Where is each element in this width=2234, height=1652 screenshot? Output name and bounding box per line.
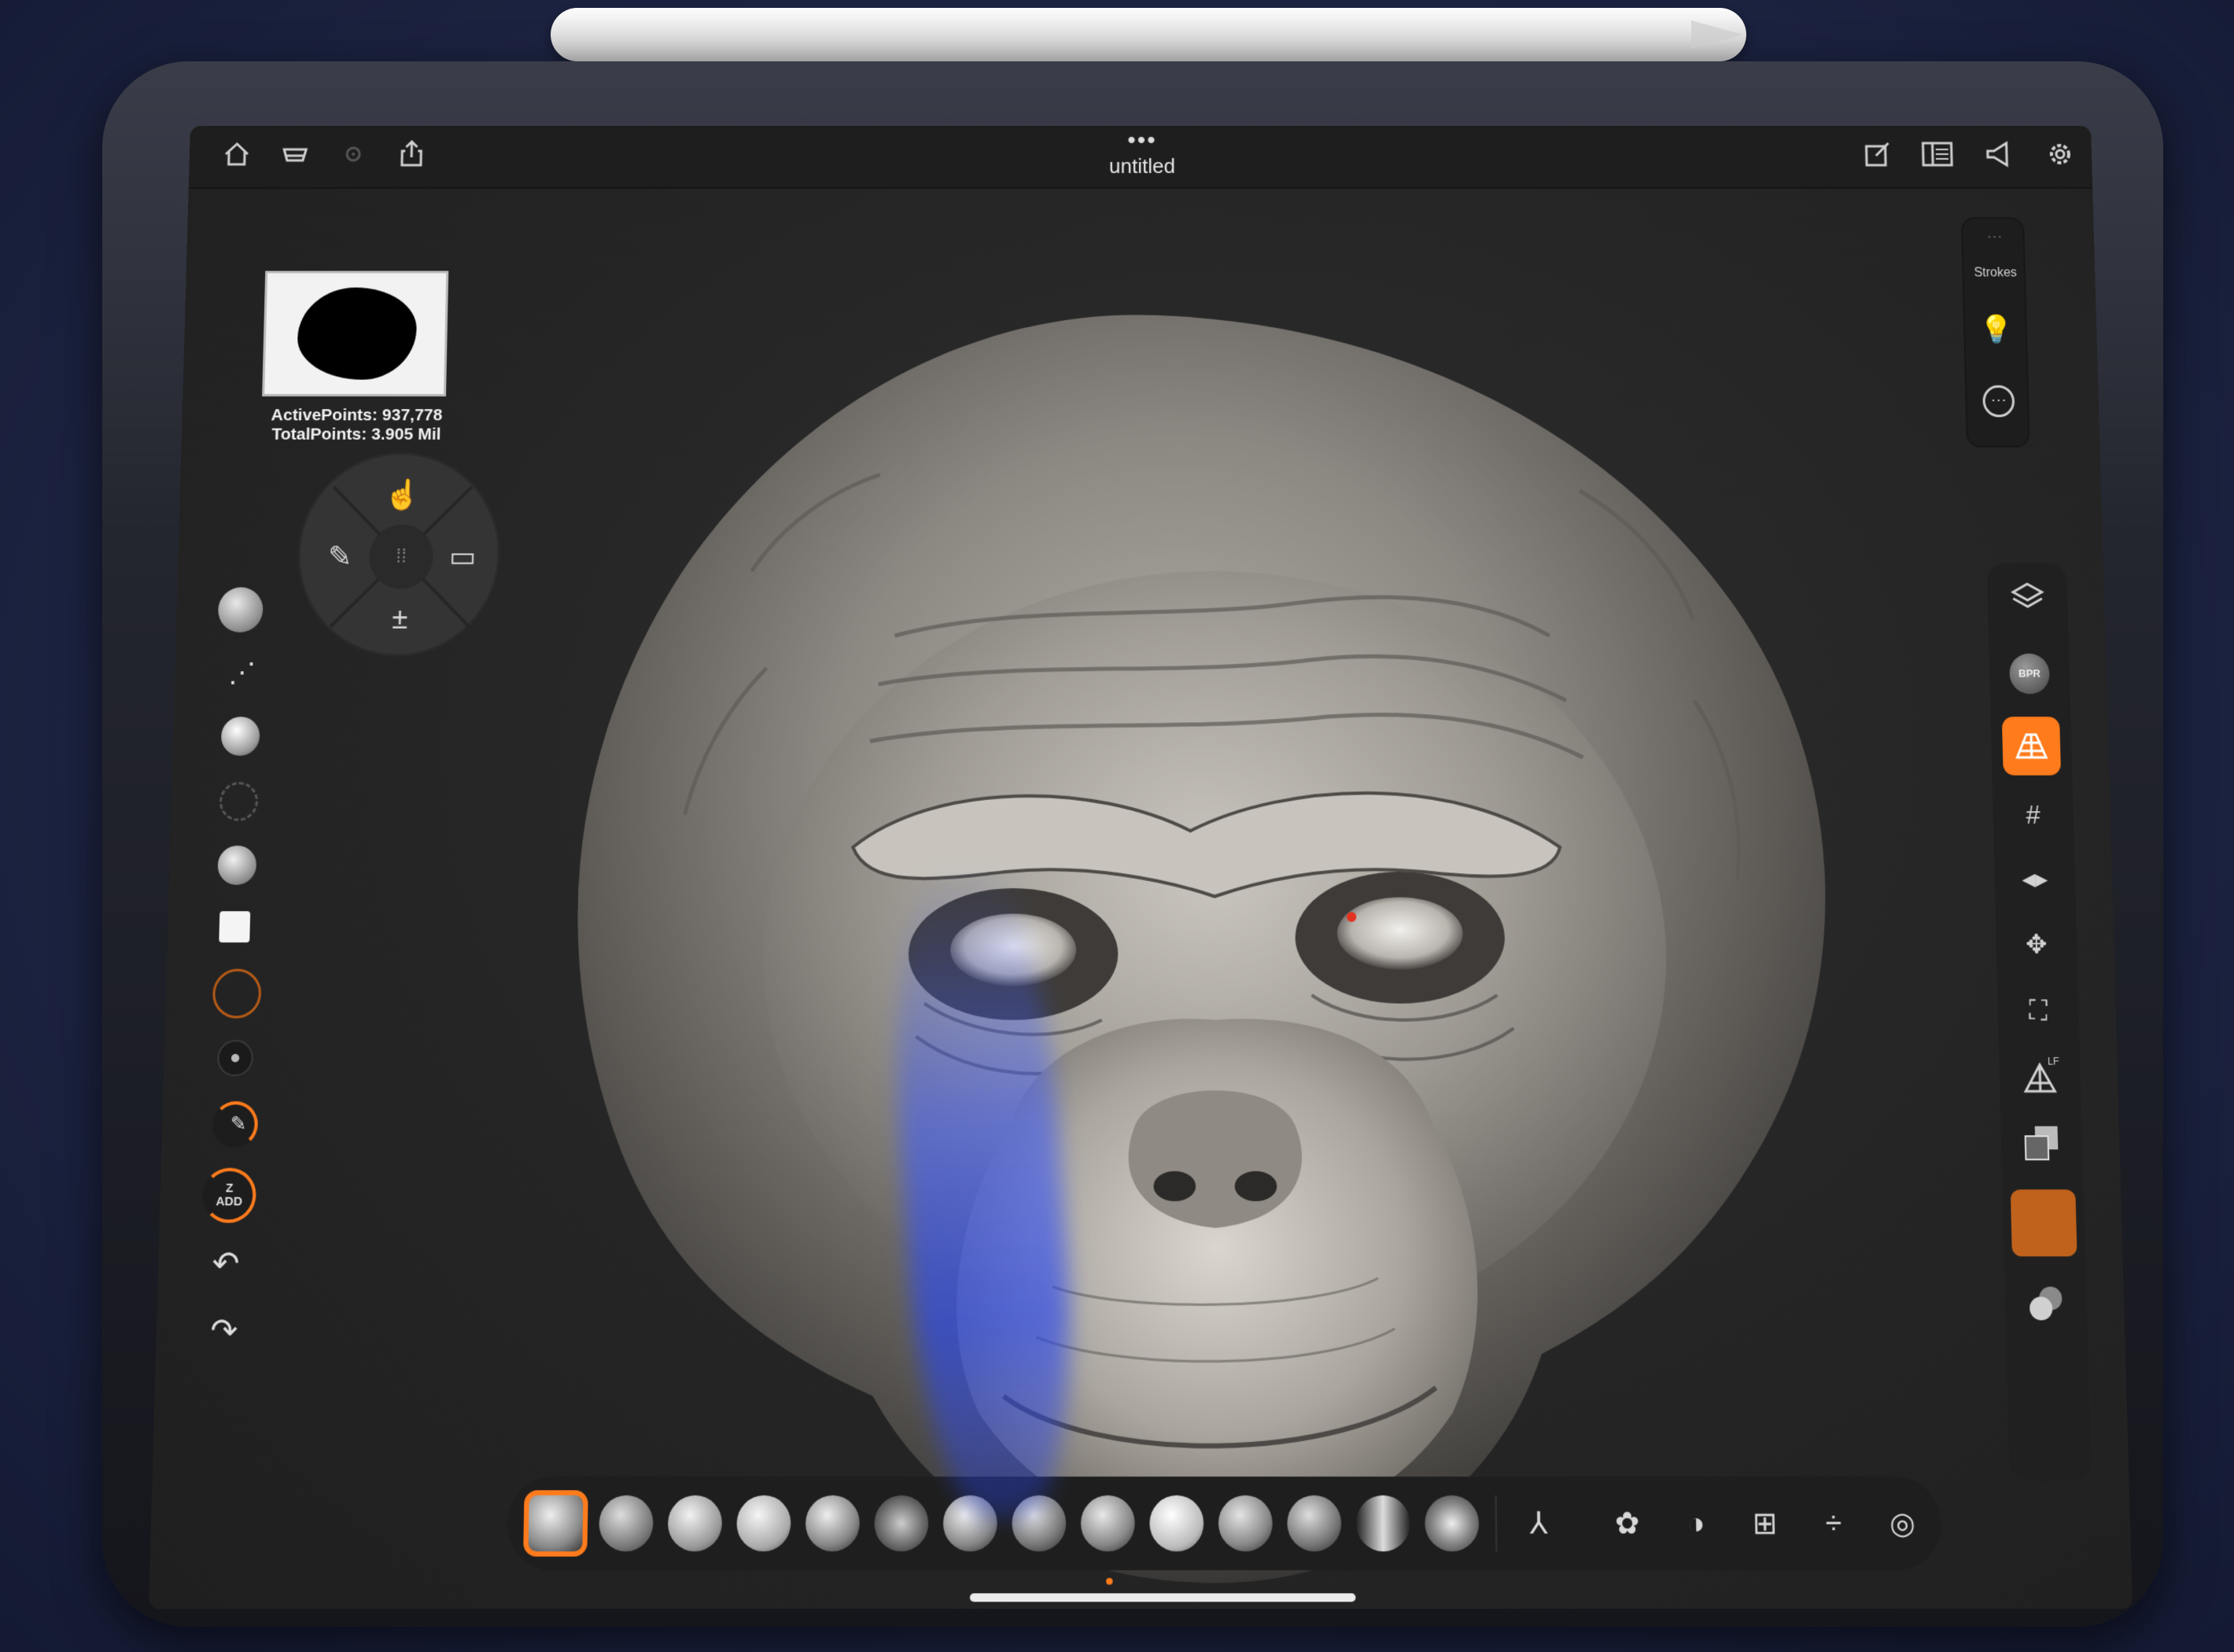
- grid-icon[interactable]: #: [2010, 791, 2056, 837]
- lf-text: LF: [2048, 1056, 2059, 1068]
- move-icon[interactable]: ✥: [2014, 921, 2060, 968]
- polish-brush[interactable]: [1218, 1495, 1273, 1552]
- page-indicator-dot: [1106, 1577, 1113, 1585]
- alpha-shape: [296, 287, 418, 380]
- ipad-screen: ••• untitled ActivePoints: 937,778 Total…: [148, 126, 2133, 1609]
- share-icon[interactable]: [393, 138, 431, 176]
- brush-palette: ⅄ ✿ ◑ ⊞ ÷ ◎: [506, 1477, 1942, 1571]
- focal-dot: [230, 1053, 240, 1063]
- stroke-dots-icon[interactable]: ⋰: [219, 657, 265, 689]
- spiral-brush[interactable]: [1425, 1495, 1480, 1552]
- alpha-preview[interactable]: [262, 271, 449, 396]
- insert-mesh-icon[interactable]: ✿: [1600, 1495, 1655, 1551]
- megaphone-icon[interactable]: [1979, 138, 2018, 176]
- symmetry-x-icon[interactable]: ◂▸: [2011, 855, 2058, 901]
- standard-brush[interactable]: [523, 1490, 588, 1557]
- flatten-brush[interactable]: [1149, 1495, 1204, 1552]
- smooth-brush[interactable]: [736, 1495, 791, 1552]
- gear-icon[interactable]: [2040, 138, 2079, 176]
- transparency-icon[interactable]: [2018, 1119, 2065, 1166]
- top-toolbar: ••• untitled: [188, 126, 2093, 189]
- plus-minus-icon[interactable]: ±: [375, 595, 424, 643]
- brush-bar-divider: [1495, 1495, 1498, 1552]
- radial-menu: ☝ ▭ ± ✎ ⁞⁞: [295, 452, 503, 657]
- photo-background: ••• untitled ActivePoints: 937,778 Total…: [0, 0, 2234, 1652]
- strokes-panel: ⋯ Strokes 💡 ⋯: [1960, 217, 2030, 448]
- total-points-label: TotalPoints: 3.905 Mil: [271, 425, 441, 444]
- clay-buildup-brush[interactable]: [667, 1495, 723, 1552]
- hand-gesture-icon[interactable]: ☝: [378, 470, 427, 518]
- dam-standard-brush[interactable]: [874, 1495, 929, 1552]
- home-indicator[interactable]: [969, 1593, 1356, 1602]
- zadd-label-bottom: ADD: [216, 1194, 243, 1209]
- sculpt-viewport[interactable]: ActivePoints: 937,778 TotalPoints: 3.905…: [148, 188, 2133, 1609]
- solo-spheres-icon[interactable]: [2022, 1280, 2070, 1327]
- menu-dots[interactable]: •••: [1119, 127, 1166, 153]
- trim-brush[interactable]: [1080, 1495, 1135, 1552]
- dynamesh-icon[interactable]: ◑: [1668, 1495, 1723, 1551]
- storage-icon[interactable]: [275, 138, 314, 176]
- zadd-label-top: Z: [225, 1181, 234, 1196]
- clay-brush[interactable]: [599, 1495, 654, 1552]
- zremesher-icon[interactable]: ⊞: [1738, 1495, 1793, 1551]
- panel-grip-icon[interactable]: ⋯: [1963, 227, 2026, 246]
- layers-icon[interactable]: [2005, 579, 2051, 624]
- pen-icon: ✎: [230, 1112, 247, 1136]
- apple-pencil-tip: [1691, 20, 1743, 49]
- polyframe-button[interactable]: [2010, 1189, 2077, 1257]
- hpolish-brush[interactable]: [1287, 1495, 1342, 1552]
- chimpanzee-head-model[interactable]: [149, 189, 2133, 1609]
- floor-grid-button[interactable]: [2001, 717, 2062, 776]
- color-swatch[interactable]: [219, 911, 251, 943]
- active-points-label: ActivePoints: 937,778: [271, 406, 443, 425]
- apple-pencil: [551, 8, 1746, 61]
- frame-icon[interactable]: ⛶: [2015, 987, 2062, 1034]
- transpose-icon[interactable]: ⅄: [1511, 1495, 1566, 1551]
- card-icon[interactable]: ▭: [438, 533, 487, 581]
- mask-tool-icon[interactable]: ✎: [315, 533, 364, 581]
- edit-icon[interactable]: [1858, 138, 1897, 176]
- local-perspective-icon[interactable]: LF: [2017, 1053, 2063, 1100]
- panel-icon[interactable]: [1918, 138, 1956, 176]
- undo-icon[interactable]: ↶: [205, 1245, 246, 1286]
- redo-icon[interactable]: ↷: [203, 1312, 245, 1355]
- bpr-button[interactable]: BPR: [2008, 653, 2051, 695]
- divide-icon[interactable]: ÷: [1806, 1495, 1861, 1551]
- snakehook-brush[interactable]: [1355, 1495, 1410, 1552]
- inflate-brush[interactable]: [805, 1495, 861, 1552]
- document-title: untitled: [1109, 153, 1175, 178]
- lightbulb-icon[interactable]: 💡: [1979, 314, 2015, 348]
- live-boolean-icon[interactable]: ◎: [1875, 1495, 1930, 1551]
- settings-dim-icon[interactable]: [334, 138, 372, 176]
- more-options-icon[interactable]: ⋯: [1982, 385, 2015, 418]
- strokes-label: Strokes: [1974, 266, 2018, 280]
- home-icon[interactable]: [217, 138, 256, 176]
- intensity-dial[interactable]: ✎: [212, 1101, 259, 1149]
